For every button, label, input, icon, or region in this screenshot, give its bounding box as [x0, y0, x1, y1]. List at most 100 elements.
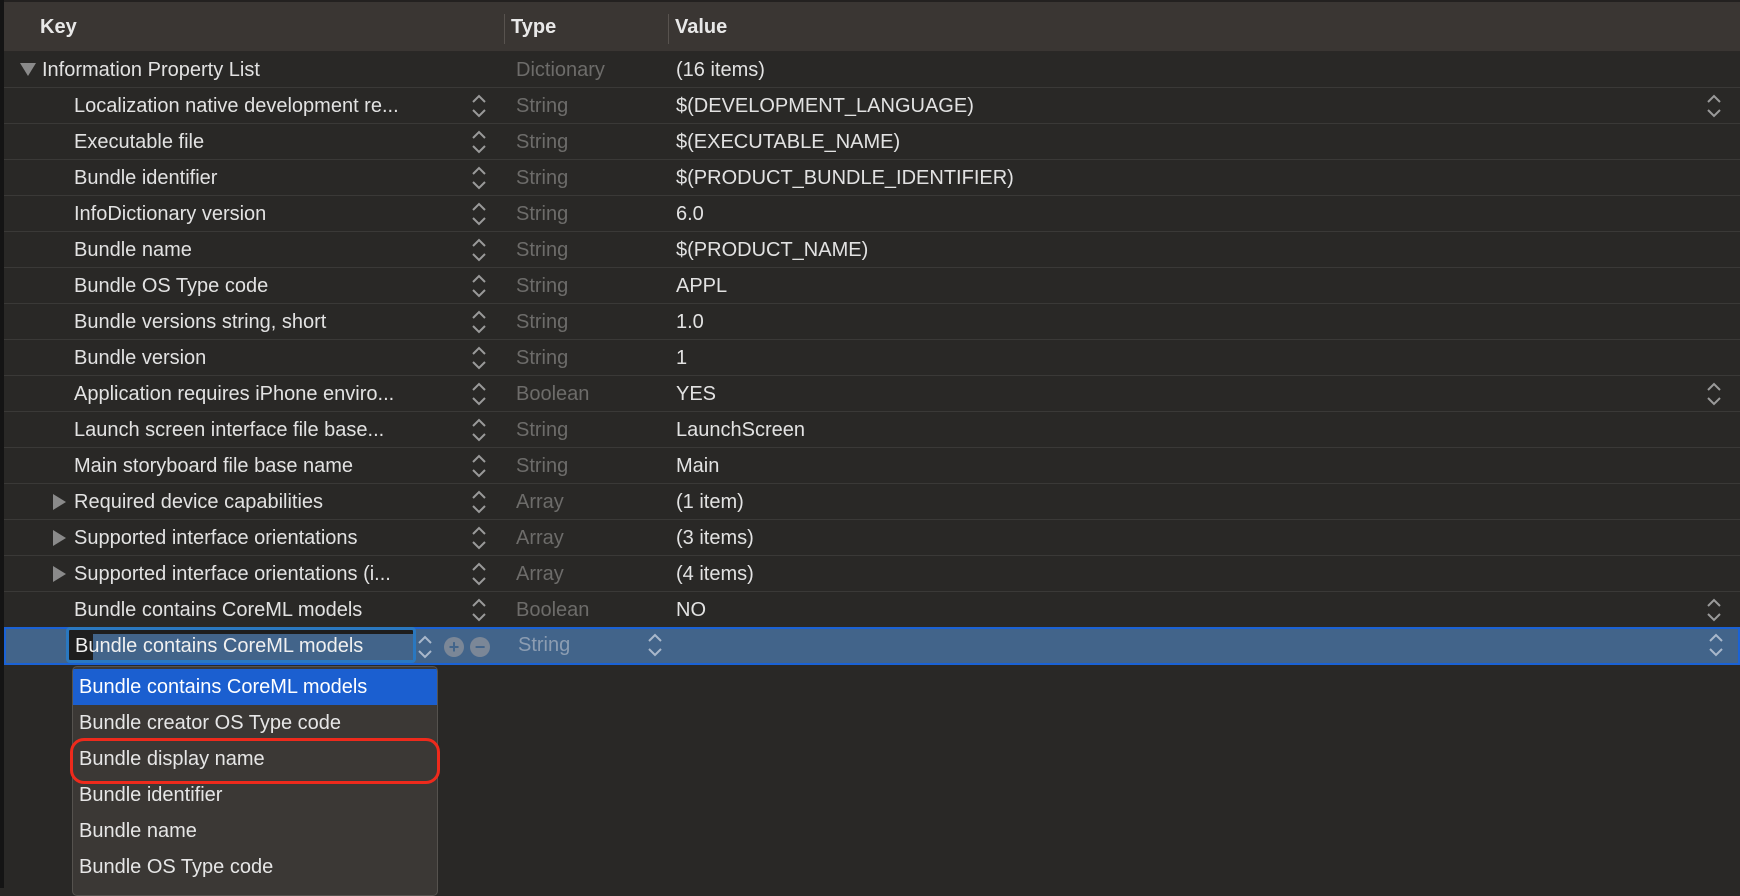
add-row-icon[interactable]: + — [444, 637, 464, 657]
key-edit-field[interactable]: Bundle contains CoreML models — [66, 627, 416, 663]
row-value[interactable]: LaunchScreen — [676, 419, 805, 442]
key-stepper-icon[interactable] — [471, 488, 487, 516]
row-key: Launch screen interface file base... — [74, 419, 385, 441]
disclosure-collapsed-icon[interactable] — [53, 530, 66, 546]
plist-row[interactable]: Bundle versions string, short String 1.0 — [4, 304, 1740, 340]
type-stepper-icon[interactable] — [647, 631, 663, 659]
key-stepper-icon[interactable] — [417, 633, 433, 661]
disclosure-collapsed-icon[interactable] — [53, 566, 66, 582]
row-key: Bundle versions string, short — [74, 311, 327, 333]
remove-row-icon[interactable]: − — [470, 637, 490, 657]
row-key: Executable file — [74, 131, 205, 153]
row-value[interactable]: $(PRODUCT_NAME) — [676, 239, 868, 262]
column-divider[interactable] — [668, 14, 669, 44]
key-stepper-icon[interactable] — [471, 560, 487, 588]
key-stepper-icon[interactable] — [471, 596, 487, 624]
row-value[interactable]: $(DEVELOPMENT_LANGUAGE) — [676, 95, 974, 118]
plist-row[interactable]: Supported interface orientations (i... Ar… — [4, 556, 1740, 592]
plist-row[interactable]: Bundle OS Type code String APPL — [4, 268, 1740, 304]
row-type[interactable]: String — [518, 634, 570, 657]
row-key: Main storyboard file base name — [74, 455, 354, 477]
row-key: Required device capabilities — [74, 491, 324, 513]
row-type: String — [516, 455, 569, 477]
row-type: String — [516, 95, 569, 117]
header-key[interactable]: Key — [40, 16, 77, 39]
row-key: InfoDictionary version — [74, 203, 267, 225]
row-value[interactable]: (3 items) — [676, 527, 754, 550]
key-stepper-icon[interactable] — [471, 164, 487, 192]
plist-row[interactable]: Bundle name String $(PRODUCT_NAME) — [4, 232, 1740, 268]
row-key: Bundle contains CoreML models — [74, 599, 363, 621]
row-type: String — [516, 203, 569, 225]
dropdown-item[interactable]: Bundle creator OS Type code — [73, 705, 437, 741]
plist-row[interactable]: Supported interface orientations Array (3 … — [4, 520, 1740, 556]
key-stepper-icon[interactable] — [471, 524, 487, 552]
key-stepper-icon[interactable] — [471, 200, 487, 228]
dropdown-item[interactable]: Bundle OS Type code — [73, 849, 437, 885]
plist-row[interactable]: Required device capabilities Array (1 item… — [4, 484, 1740, 520]
plist-row[interactable]: Application requires iPhone enviro... Boo… — [4, 376, 1740, 412]
row-type: String — [516, 239, 569, 261]
key-stepper-icon[interactable] — [471, 452, 487, 480]
annotation-highlight — [70, 738, 440, 784]
key-stepper-icon[interactable] — [471, 92, 487, 120]
row-value[interactable]: Main — [676, 455, 719, 478]
row-type: Array — [516, 563, 564, 585]
key-stepper-icon[interactable] — [471, 380, 487, 408]
row-type: String — [516, 419, 569, 441]
row-value[interactable]: 6.0 — [676, 203, 704, 226]
plist-row[interactable]: Bundle version String 1 — [4, 340, 1740, 376]
row-type: Boolean — [516, 383, 590, 405]
row-value[interactable]: 1 — [676, 347, 687, 370]
key-stepper-icon[interactable] — [471, 416, 487, 444]
header-value[interactable]: Value — [675, 16, 727, 39]
key-edit-text[interactable]: Bundle contains CoreML models — [75, 635, 409, 658]
value-stepper-icon[interactable] — [1706, 92, 1722, 120]
row-value[interactable]: 1.0 — [676, 311, 704, 334]
editing-row[interactable]: Bundle contains CoreML models + − String — [4, 627, 1740, 665]
plist-row[interactable]: Executable file String $(EXECUTABLE_NAME) — [4, 124, 1740, 160]
row-value[interactable]: APPL — [676, 275, 727, 298]
plist-row[interactable]: Main storyboard file base name String Main — [4, 448, 1740, 484]
row-type: String — [516, 131, 569, 153]
header-type[interactable]: Type — [511, 16, 556, 39]
row-type: String — [516, 347, 569, 369]
dropdown-item[interactable]: Bundle contains CoreML models — [73, 669, 437, 705]
plist-row[interactable]: Launch screen interface file base... Stri… — [4, 412, 1740, 448]
plist-row[interactable]: Bundle contains CoreML models Boolean NO — [4, 592, 1740, 628]
column-divider[interactable] — [504, 14, 505, 44]
row-value[interactable]: NO — [676, 599, 706, 622]
disclosure-expanded-icon[interactable] — [20, 63, 36, 76]
plist-row[interactable]: InfoDictionary version String 6.0 — [4, 196, 1740, 232]
row-key: Supported interface orientations — [74, 527, 358, 549]
row-type: Array — [516, 527, 564, 549]
row-type: Array — [516, 491, 564, 513]
row-type: String — [516, 275, 569, 297]
key-stepper-icon[interactable] — [471, 344, 487, 372]
key-stepper-icon[interactable] — [471, 128, 487, 156]
row-key: Information Property List — [42, 59, 260, 81]
value-stepper-icon[interactable] — [1706, 380, 1722, 408]
row-type: Dictionary — [516, 59, 605, 81]
row-value[interactable]: (4 items) — [676, 563, 754, 586]
row-value[interactable]: (1 item) — [676, 491, 744, 514]
row-value[interactable]: YES — [676, 383, 716, 406]
dropdown-item[interactable]: Bundle name — [73, 813, 437, 849]
disclosure-collapsed-icon[interactable] — [53, 494, 66, 510]
value-stepper-icon[interactable] — [1706, 596, 1722, 624]
key-stepper-icon[interactable] — [471, 272, 487, 300]
row-type: String — [516, 311, 569, 333]
row-value[interactable]: $(PRODUCT_BUNDLE_IDENTIFIER) — [676, 167, 1014, 190]
value-stepper-icon[interactable] — [1708, 631, 1724, 659]
row-key: Bundle OS Type code — [74, 275, 269, 297]
column-header: Key Type Value — [4, 0, 1740, 52]
root-row[interactable]: Information Property List Dictionary (16… — [4, 52, 1740, 88]
row-type: Boolean — [516, 599, 590, 621]
plist-row[interactable]: Localization native development re... Str… — [4, 88, 1740, 124]
plist-row[interactable]: Bundle identifier String $(PRODUCT_BUNDLE_… — [4, 160, 1740, 196]
row-value[interactable]: $(EXECUTABLE_NAME) — [676, 131, 900, 154]
key-stepper-icon[interactable] — [471, 236, 487, 264]
row-key: Supported interface orientations (i... — [74, 563, 391, 585]
key-stepper-icon[interactable] — [471, 308, 487, 336]
row-key: Bundle identifier — [74, 167, 218, 189]
